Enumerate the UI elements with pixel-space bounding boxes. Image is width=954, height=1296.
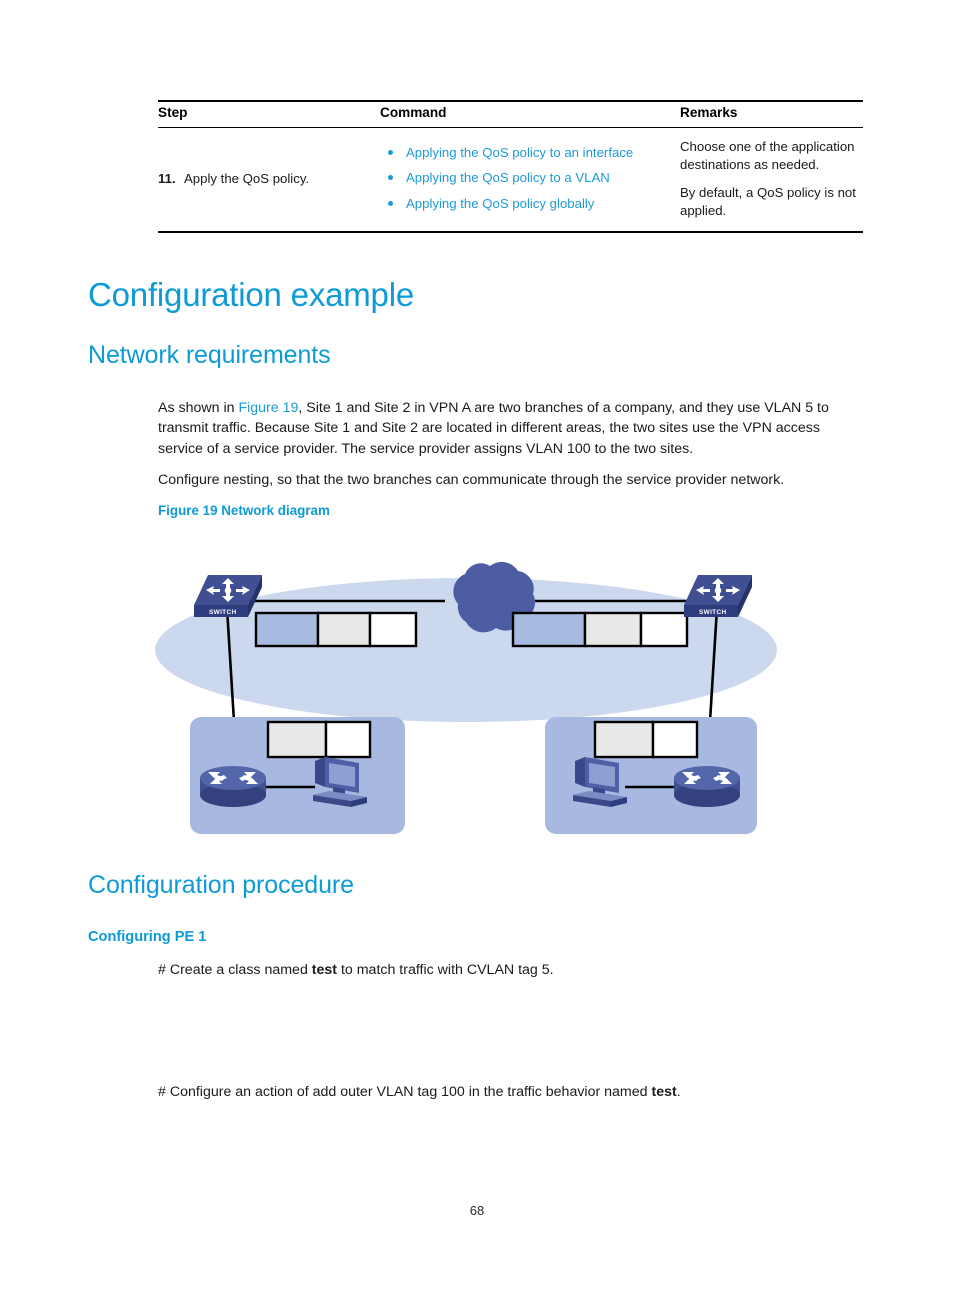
create-class-bold: test (311, 962, 338, 978)
intro-text-pre: As shown in (158, 400, 239, 416)
router-left-icon (200, 766, 266, 807)
cell-command: Applying the QoS policy to an interface … (380, 127, 680, 234)
command-link-label: Applying the QoS policy to an interface (406, 144, 634, 160)
paragraph-create-class: # Create a class named test to match tra… (158, 960, 858, 980)
bullet-icon (388, 200, 393, 206)
heading-configuration-example: Configuration example (88, 276, 414, 313)
router-right-icon (674, 766, 740, 807)
document-page: Step Command Remarks 11. Apply the QoS po… (0, 0, 954, 1296)
paragraph-configure-nesting: Configure nesting, so that the two branc… (158, 472, 785, 488)
command-link-item[interactable]: Applying the QoS policy to an interface (380, 145, 680, 162)
tag-box-site-right (593, 720, 699, 759)
paragraph-network-requirements: As shown in Figure 19, Site 1 and Site 2… (158, 398, 858, 459)
steps-table: Step Command Remarks 11. Apply the QoS po… (158, 100, 863, 234)
command-link-label: Applying the QoS policy globally (406, 195, 595, 211)
figure-19-link[interactable]: Figure 19 (238, 400, 298, 416)
network-diagram: SWITCH (155, 540, 805, 850)
create-class-post: to match traffic with CVLAN tag 5. (337, 962, 554, 978)
command-link-item[interactable]: Applying the QoS policy globally (380, 196, 680, 213)
step-label: Apply the QoS policy. (184, 171, 310, 187)
cell-step: 11. Apply the QoS policy. (158, 127, 380, 234)
table-body: 11. Apply the QoS policy. Applying the Qo… (158, 127, 863, 234)
paragraph-configure-action: # Configure an action of add outer VLAN … (158, 1082, 858, 1102)
figure-caption: Figure 19 Network diagram (158, 503, 330, 518)
command-link-item[interactable]: Applying the QoS policy to a VLAN (380, 170, 680, 187)
heading-network-requirements: Network requirements (88, 341, 331, 369)
tag-box-right (511, 611, 689, 648)
command-link-list: Applying the QoS policy to an interface … (380, 145, 680, 213)
column-header-remarks: Remarks (680, 100, 863, 128)
action-post: . (676, 1084, 681, 1100)
remark-paragraph: Choose one of the application destinatio… (680, 139, 855, 172)
bullet-icon (388, 175, 393, 181)
cell-remarks: Choose one of the application destinatio… (680, 127, 863, 234)
action-bold: test (651, 1084, 677, 1100)
heading-configuration-procedure: Configuration procedure (88, 871, 354, 899)
table-header: Step Command Remarks (158, 100, 863, 128)
page-number: 68 (469, 1203, 485, 1218)
column-header-command: Command (380, 100, 680, 128)
heading-configuring-pe1: Configuring PE 1 (88, 929, 207, 945)
table-header-row: Step Command Remarks (158, 100, 863, 128)
command-link-label: Applying the QoS policy to a VLAN (406, 170, 610, 186)
table-row: 11. Apply the QoS policy. Applying the Qo… (158, 127, 863, 234)
pc-left-icon (313, 757, 367, 807)
tag-box-left (254, 611, 418, 648)
create-class-pre: # Create a class named (158, 962, 312, 978)
step-number: 11. (158, 171, 176, 187)
pc-right-icon (573, 757, 627, 807)
tag-box-site-left (266, 720, 372, 759)
steps-table-wrapper: Step Command Remarks 11. Apply the QoS po… (158, 100, 863, 234)
switch-right-icon (684, 575, 752, 617)
column-header-step: Step (158, 100, 380, 128)
action-pre: # Configure an action of add outer VLAN … (158, 1084, 652, 1100)
bullet-icon (388, 149, 393, 155)
remark-paragraph: By default, a QoS policy is not applied. (680, 185, 856, 218)
